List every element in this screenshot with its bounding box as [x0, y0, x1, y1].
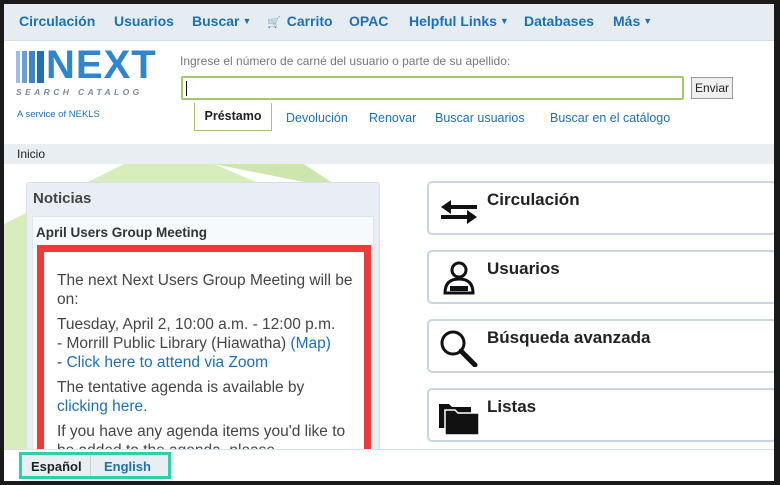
folder-icon	[439, 404, 480, 436]
quick-link-label: Listas	[487, 397, 537, 416]
quick-link-label: Búsqueda avanzada	[487, 328, 651, 347]
nav-carrito-label: Carrito	[286, 13, 333, 29]
quick-link-listas[interactable]: Listas	[427, 388, 774, 442]
map-link[interactable]: (Map)	[290, 335, 330, 352]
header: NEXT SEARCH CATALOG A service of NEKLS I…	[4, 41, 774, 145]
nav-databases[interactable]: Databases	[524, 13, 594, 29]
top-navigation-bar: Circulación Usuarios Buscar ▼ 🛒 Carrito OP…	[4, 4, 774, 41]
tab-buscar-usuarios[interactable]: Buscar usuarios	[435, 105, 525, 131]
quick-link-circulacion[interactable]: Circulación	[427, 181, 774, 235]
news-heading: Noticias	[33, 190, 92, 207]
tab-renovar[interactable]: Renovar	[369, 105, 416, 131]
quick-link-label: Usuarios	[487, 259, 560, 278]
cart-icon: 🛒	[267, 17, 281, 29]
chevron-down-icon: ▼	[643, 16, 653, 26]
language-switcher: Español English	[19, 452, 171, 479]
quick-link-busqueda-avanzada[interactable]: Búsqueda avanzada	[427, 319, 774, 373]
news-location: - Morrill Public Library (Hiawatha)	[57, 335, 291, 352]
text-cursor	[186, 81, 187, 96]
news-date: Tuesday, April 2, 10:00 a.m. - 12:00 p.m…	[57, 316, 336, 333]
nav-opac[interactable]: OPAC	[349, 13, 388, 29]
nav-circulacion[interactable]: Circulación	[19, 13, 95, 29]
tab-prestamo[interactable]: Préstamo	[194, 103, 272, 131]
news-body-text: The next Next Users Group Meeting will b…	[57, 271, 357, 452]
nav-mas[interactable]: Más ▼	[613, 13, 652, 29]
nav-buscar-label: Buscar	[192, 13, 240, 29]
language-divider	[90, 455, 91, 476]
news-panel: Noticias April Users Group Meeting The n…	[26, 182, 380, 452]
next-search-catalog-logo[interactable]: NEXT SEARCH CATALOG A service of NEKLS	[16, 43, 168, 120]
agenda-text: The tentative agenda is available by	[57, 379, 305, 396]
chevron-down-icon: ▼	[499, 16, 509, 26]
language-current: Español	[31, 459, 82, 474]
agenda-link[interactable]: clicking here.	[57, 398, 147, 415]
news-paragraph: If you have any agenda items you'd like …	[57, 423, 346, 452]
news-paragraph: Tuesday, April 2, 10:00 a.m. - 12:00 p.m…	[57, 315, 357, 372]
nav-helpful-links[interactable]: Helpful Links ▼	[409, 13, 509, 29]
logo-service-text: A service of NEKLS	[17, 109, 100, 120]
browser-page: Circulación Usuarios Buscar ▼ 🛒 Carrito OP…	[4, 4, 774, 481]
logo-tagline: SEARCH CATALOG	[16, 87, 143, 97]
breadcrumb: Inicio	[4, 144, 774, 164]
news-body-highlight: The next Next Users Group Meeting will b…	[37, 245, 371, 452]
search-icon	[440, 330, 478, 367]
zoom-link[interactable]: Click here to attend via Zoom	[66, 354, 268, 371]
nav-carrito[interactable]: 🛒 Carrito	[267, 13, 333, 29]
quick-link-usuarios[interactable]: Usuarios	[427, 250, 774, 304]
tab-buscar-catalogo[interactable]: Buscar en el catálogo	[550, 105, 670, 131]
nav-usuarios[interactable]: Usuarios	[114, 13, 174, 29]
nav-mas-label: Más	[613, 13, 641, 29]
language-bar: Español English	[4, 449, 774, 481]
logo-wordmark: NEXT	[46, 43, 157, 87]
submit-button[interactable]: Enviar	[691, 77, 733, 99]
main-content: Noticias April Users Group Meeting The n…	[4, 164, 774, 452]
patron-icon	[443, 261, 475, 295]
patron-search-input[interactable]	[181, 76, 684, 100]
breadcrumb-home[interactable]: Inicio	[17, 147, 45, 161]
news-paragraph: The tentative agenda is available by cli…	[57, 378, 357, 416]
circulation-arrows-icon	[441, 200, 477, 224]
nav-buscar[interactable]: Buscar ▼	[192, 13, 251, 29]
chevron-down-icon: ▼	[242, 16, 252, 26]
news-paragraph: The next Next Users Group Meeting will b…	[57, 272, 353, 308]
tab-devolucion[interactable]: Devolución	[286, 105, 348, 131]
news-item-title: April Users Group Meeting	[36, 225, 208, 240]
news-item: April Users Group Meeting The next Next …	[32, 216, 374, 452]
nav-helpful-links-label: Helpful Links	[409, 13, 497, 29]
language-option-english[interactable]: English	[104, 459, 151, 474]
search-hint: Ingrese el número de carné del usuario o…	[180, 54, 511, 68]
quick-link-label: Circulación	[487, 190, 580, 209]
